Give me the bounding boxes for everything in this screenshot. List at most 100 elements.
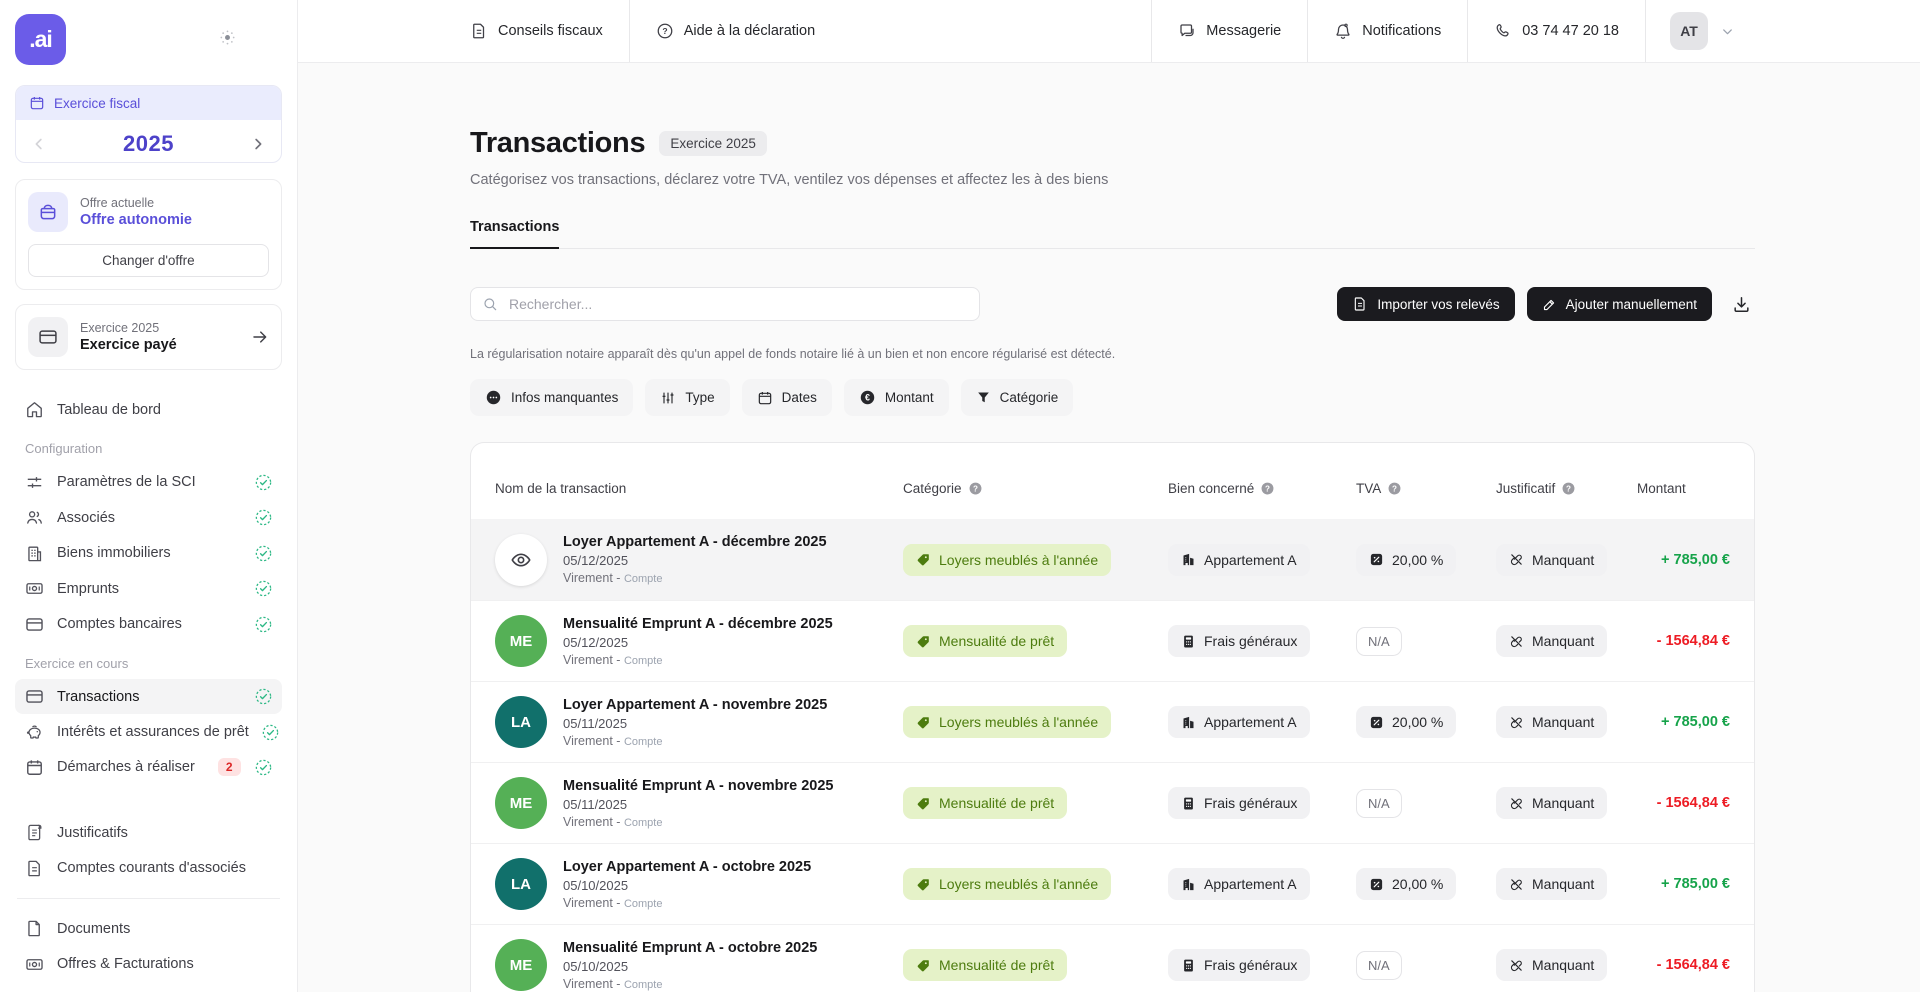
sidebar-item-dashboard[interactable]: Tableau de bord xyxy=(15,392,282,427)
calculator-icon xyxy=(1181,796,1196,811)
sidebar-item-interets-assurances[interactable]: Intérêts et assurances de prêt xyxy=(15,714,282,749)
exercise-status-card[interactable]: Exercice 2025 Exercice payé xyxy=(15,304,282,370)
sidebar-item-demarches[interactable]: Démarches à réaliser 2 xyxy=(15,750,282,785)
calendar-icon xyxy=(25,758,44,777)
theme-toggle-sun-icon[interactable] xyxy=(218,28,237,47)
info-icon[interactable] xyxy=(968,481,983,496)
next-year-chevron-icon[interactable] xyxy=(249,135,267,153)
import-statements-button[interactable]: Importer vos relevés xyxy=(1337,287,1514,321)
add-manually-button[interactable]: Ajouter manuellement xyxy=(1527,287,1712,321)
prev-year-chevron-icon[interactable] xyxy=(30,135,48,153)
sidebar-item-offres-facturations[interactable]: Offres & Facturations xyxy=(15,947,282,982)
topbar-phone[interactable]: 03 74 47 20 18 xyxy=(1468,0,1645,62)
property-badge[interactable]: Frais généraux xyxy=(1168,949,1310,981)
tva-badge[interactable]: 20,00 % xyxy=(1356,868,1456,900)
receipt-missing-badge[interactable]: Manquant xyxy=(1496,706,1607,738)
fiscal-year-header: Exercice fiscal xyxy=(16,86,281,120)
table-row[interactable]: Loyer Appartement A - décembre 2025 05/1… xyxy=(471,519,1754,600)
transactions-table: Nom de la transaction Catégorie Bien con… xyxy=(470,442,1755,992)
receipt-missing-badge[interactable]: Manquant xyxy=(1496,949,1607,981)
table-row[interactable]: ME Mensualité Emprunt A - octobre 2025 0… xyxy=(471,924,1754,992)
topbar-messagerie[interactable]: Messagerie xyxy=(1152,0,1307,62)
transaction-amount: - 1564,84 € xyxy=(1637,795,1730,811)
sidebar-item-documents[interactable]: Documents xyxy=(15,911,282,946)
tab-bar: Transactions xyxy=(470,218,1755,249)
table-row[interactable]: LA Loyer Appartement A - octobre 2025 05… xyxy=(471,843,1754,924)
chevron-down-icon[interactable] xyxy=(1720,24,1735,39)
button-label: Importer vos relevés xyxy=(1377,297,1499,312)
calculator-icon xyxy=(1181,634,1196,649)
building-icon xyxy=(1181,715,1196,730)
sidebar-item-comptes-bancaires[interactable]: Comptes bancaires xyxy=(15,606,282,641)
property-badge[interactable]: Appartement A xyxy=(1168,544,1310,576)
filter-label: Catégorie xyxy=(1000,390,1059,405)
filter-dates[interactable]: Dates xyxy=(742,379,832,416)
user-avatar[interactable]: AT xyxy=(1670,12,1708,50)
percent-icon xyxy=(1369,715,1384,730)
category-badge[interactable]: Loyers meublés à l'année xyxy=(903,706,1111,738)
receipt-missing-badge[interactable]: Manquant xyxy=(1496,868,1607,900)
receipt-missing-badge[interactable]: Manquant xyxy=(1496,787,1607,819)
app-logo[interactable]: .ai xyxy=(15,14,66,65)
property-badge[interactable]: Appartement A xyxy=(1168,868,1310,900)
tva-badge[interactable]: N/A xyxy=(1356,789,1402,818)
topbar-conseils-fiscaux[interactable]: Conseils fiscaux xyxy=(470,0,629,62)
topbar-aide-declaration[interactable]: Aide à la déclaration xyxy=(630,0,841,62)
change-offer-button[interactable]: Changer d'offre xyxy=(28,244,269,277)
table-row[interactable]: ME Mensualité Emprunt A - novembre 2025 … xyxy=(471,762,1754,843)
category-badge[interactable]: Mensualité de prêt xyxy=(903,787,1067,819)
transaction-amount: + 785,00 € xyxy=(1637,552,1730,568)
tva-badge[interactable]: N/A xyxy=(1356,627,1402,656)
help-circle-icon xyxy=(656,22,674,40)
table-row[interactable]: ME Mensualité Emprunt A - décembre 2025 … xyxy=(471,600,1754,681)
property-badge[interactable]: Frais généraux xyxy=(1168,787,1310,819)
category-badge[interactable]: Loyers meublés à l'année xyxy=(903,868,1111,900)
category-badge[interactable]: Loyers meublés à l'année xyxy=(903,544,1111,576)
tva-badge[interactable]: 20,00 % xyxy=(1356,544,1456,576)
filter-categorie[interactable]: Catégorie xyxy=(961,379,1074,416)
sidebar-item-justificatifs[interactable]: Justificatifs xyxy=(15,815,282,850)
transaction-name: Loyer Appartement A - décembre 2025 xyxy=(563,534,827,550)
file-icon xyxy=(25,859,44,878)
property-badge[interactable]: Frais généraux xyxy=(1168,625,1310,657)
tab-transactions[interactable]: Transactions xyxy=(470,219,559,249)
sidebar-item-parametres-sci[interactable]: Paramètres de la SCI xyxy=(15,464,282,499)
button-label: Ajouter manuellement xyxy=(1566,297,1697,312)
category-badge[interactable]: Mensualité de prêt xyxy=(903,949,1067,981)
sidebar-item-transactions[interactable]: Transactions xyxy=(15,679,282,714)
receipt-missing-badge[interactable]: Manquant xyxy=(1496,625,1607,657)
info-icon[interactable] xyxy=(1561,481,1576,496)
transaction-method: Virement - Compte xyxy=(563,815,833,829)
info-icon[interactable] xyxy=(1387,481,1402,496)
document-icon xyxy=(470,22,488,40)
page-subtitle: Catégorisez vos transactions, déclarez v… xyxy=(470,172,1755,188)
topbar-notifications[interactable]: Notifications xyxy=(1308,0,1467,62)
property-badge[interactable]: Appartement A xyxy=(1168,706,1310,738)
table-row[interactable]: LA Loyer Appartement A - novembre 2025 0… xyxy=(471,681,1754,762)
sidebar-item-emprunts[interactable]: Emprunts xyxy=(15,571,282,606)
search-icon xyxy=(482,296,498,312)
exercise-status: Exercice payé xyxy=(80,337,177,353)
receipt-missing-badge[interactable]: Manquant xyxy=(1496,544,1607,576)
offer-name: Offre autonomie xyxy=(80,212,192,228)
eye-icon[interactable] xyxy=(495,534,547,586)
tva-badge[interactable]: 20,00 % xyxy=(1356,706,1456,738)
filter-montant[interactable]: Montant xyxy=(844,379,949,416)
export-download-button[interactable] xyxy=(1728,291,1755,318)
transaction-name: Loyer Appartement A - octobre 2025 xyxy=(563,859,811,875)
sidebar-item-associes[interactable]: Associés xyxy=(15,500,282,535)
sidebar-item-biens-immobiliers[interactable]: Biens immobiliers xyxy=(15,535,282,570)
home-icon xyxy=(25,400,44,419)
filter-label: Dates xyxy=(782,390,817,405)
sidebar-item-comptes-courants[interactable]: Comptes courants d'associés xyxy=(15,851,282,886)
info-icon[interactable] xyxy=(1260,481,1275,496)
tva-badge[interactable]: N/A xyxy=(1356,951,1402,980)
sidebar-item-label: Justificatifs xyxy=(57,825,128,841)
filter-type[interactable]: Type xyxy=(645,379,729,416)
search-input[interactable] xyxy=(470,287,980,321)
filter-infos-manquantes[interactable]: Infos manquantes xyxy=(470,379,633,416)
category-badge[interactable]: Mensualité de prêt xyxy=(903,625,1067,657)
sidebar-item-label: Transactions xyxy=(57,689,139,705)
piggy-bank-icon xyxy=(25,723,44,742)
pencil-icon xyxy=(1542,297,1557,312)
